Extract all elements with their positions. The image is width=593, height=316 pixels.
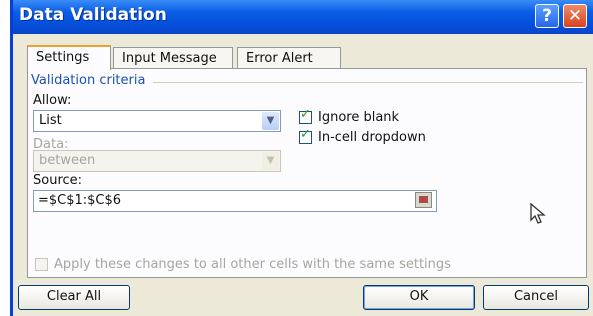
data-validation-dialog: Data Validation ? ✕ Settings Input Messa… — [10, 0, 593, 316]
chevron-down-icon: ▼ — [262, 152, 279, 170]
ok-button[interactable]: OK — [363, 285, 475, 310]
source-value: =$C$1:$C$6 — [38, 193, 122, 208]
source-label: Source: — [33, 173, 83, 188]
tab-input-message[interactable]: Input Message — [113, 47, 233, 69]
check-mark-icon: ✓ — [300, 107, 311, 122]
in-cell-dropdown-label: In-cell dropdown — [318, 130, 426, 145]
tab-error-alert[interactable]: Error Alert — [237, 47, 341, 69]
collapse-dialog-icon — [419, 196, 428, 203]
tab-settings[interactable]: Settings — [27, 45, 111, 70]
validation-criteria-heading: Validation criteria — [31, 73, 146, 88]
allow-select[interactable]: List ▼ — [33, 110, 281, 132]
cancel-button[interactable]: Cancel — [483, 285, 589, 310]
allow-value: List — [39, 113, 62, 128]
allow-label: Allow: — [33, 93, 72, 108]
clear-all-button[interactable]: Clear All — [18, 285, 130, 310]
collapse-dialog-button[interactable] — [415, 192, 432, 208]
ignore-blank-label: Ignore blank — [318, 110, 400, 125]
help-button[interactable]: ? — [535, 4, 559, 28]
check-mark-icon: ✓ — [300, 127, 311, 142]
chevron-down-icon[interactable]: ▼ — [262, 112, 279, 130]
mouse-pointer-icon — [530, 202, 546, 229]
title-bar[interactable]: Data Validation ? ✕ — [13, 0, 593, 34]
apply-all-label: Apply these changes to all other cells w… — [54, 257, 451, 272]
close-icon: ✕ — [567, 6, 583, 26]
data-select[interactable]: between ▼ — [33, 150, 281, 172]
close-button[interactable]: ✕ — [563, 4, 587, 28]
source-field[interactable]: =$C$1:$C$6 — [33, 190, 437, 212]
dialog-title: Data Validation — [19, 5, 167, 25]
help-icon: ? — [542, 6, 552, 26]
group-divider — [153, 82, 583, 83]
data-value: between — [39, 153, 96, 168]
settings-panel — [27, 68, 587, 278]
